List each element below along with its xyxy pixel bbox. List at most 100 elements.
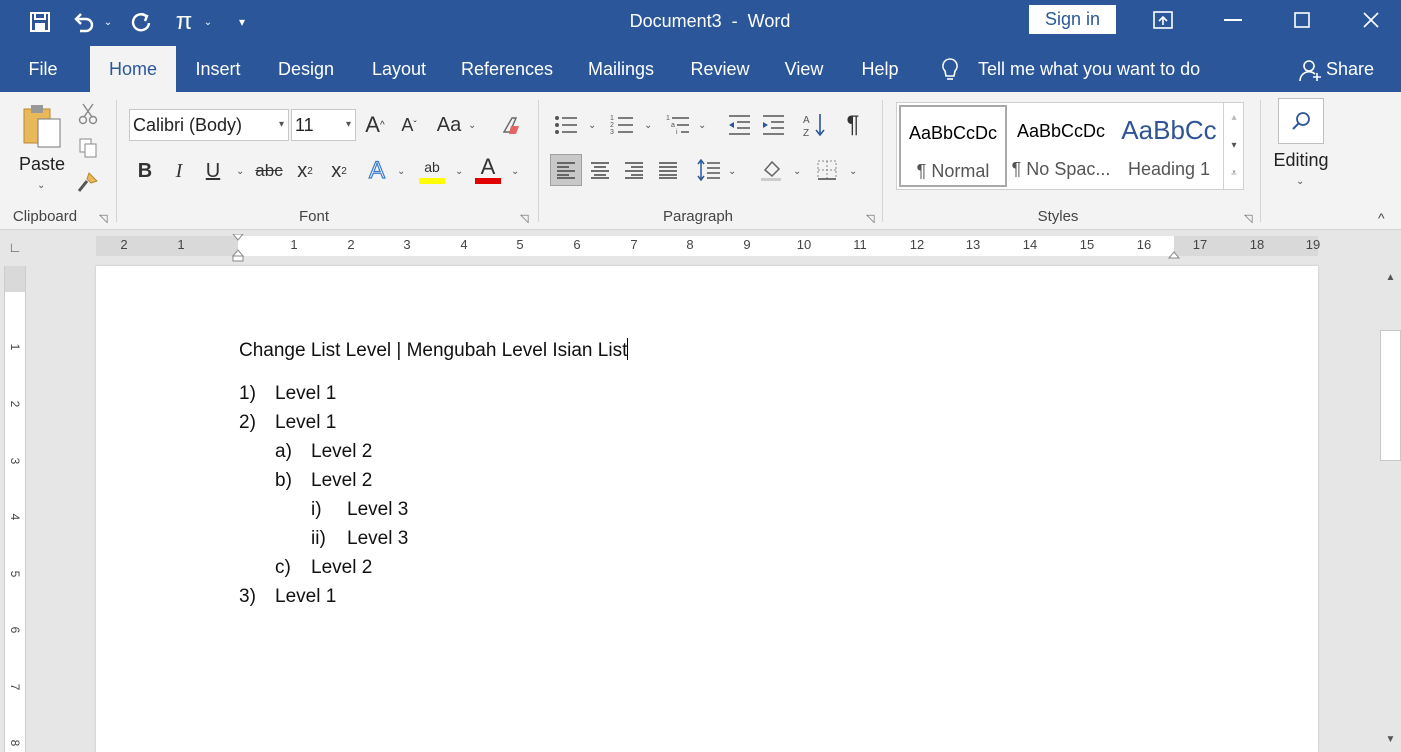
bold-icon[interactable]: B: [132, 156, 158, 186]
list-item[interactable]: ii) Level 3: [311, 528, 408, 550]
numbering-dropdown-icon[interactable]: ⌄: [644, 120, 652, 131]
styles-scroll-down-icon[interactable]: ▾: [1224, 133, 1244, 159]
highlight-dropdown-icon[interactable]: ⌄: [455, 166, 463, 177]
style-normal[interactable]: AaBbCcDc ¶ Normal: [899, 105, 1007, 187]
increase-indent-icon[interactable]: [760, 110, 786, 140]
decrease-indent-icon[interactable]: [726, 110, 752, 140]
font-size-dropdown-icon[interactable]: ▾: [346, 110, 351, 140]
collapse-ribbon-icon[interactable]: ^: [1378, 210, 1385, 226]
list-item[interactable]: i) Level 3: [311, 499, 408, 521]
tab-view[interactable]: View: [778, 46, 830, 92]
editing-button[interactable]: Editing: [1266, 150, 1336, 171]
clipboard-dialog-launcher-icon[interactable]: ◹: [99, 212, 107, 225]
close-icon[interactable]: [1348, 4, 1394, 36]
right-indent-marker-icon[interactable]: [1167, 246, 1181, 259]
multilevel-list-dropdown-icon[interactable]: ⌄: [698, 120, 706, 131]
format-painter-icon[interactable]: [76, 170, 100, 194]
editing-dropdown-icon[interactable]: ⌄: [1296, 176, 1304, 187]
underline-dropdown-icon[interactable]: ⌄: [236, 166, 244, 177]
borders-dropdown-icon[interactable]: ⌄: [849, 166, 857, 177]
cut-icon[interactable]: [76, 102, 100, 126]
change-case-dropdown-icon[interactable]: ⌄: [468, 120, 476, 131]
sign-in-button[interactable]: Sign in: [1029, 5, 1116, 34]
highlight-icon[interactable]: ab: [418, 154, 446, 180]
font-color-dropdown-icon[interactable]: ⌄: [511, 166, 519, 177]
italic-icon[interactable]: I: [166, 156, 192, 186]
equation-icon[interactable]: π: [170, 8, 198, 36]
document-page[interactable]: Change List Level | Mengubah Level Isian…: [96, 266, 1318, 752]
styles-scroll-up-icon[interactable]: ▴: [1224, 105, 1244, 131]
tab-layout[interactable]: Layout: [364, 46, 434, 92]
share-icon[interactable]: [1298, 58, 1324, 84]
scroll-up-icon[interactable]: ▲: [1380, 268, 1401, 288]
list-item[interactable]: a) Level 2: [275, 441, 372, 463]
text-effects-dropdown-icon[interactable]: ⌄: [397, 166, 405, 177]
minimize-icon[interactable]: [1210, 4, 1256, 36]
line-spacing-dropdown-icon[interactable]: ⌄: [728, 166, 736, 177]
paste-icon[interactable]: [18, 100, 66, 150]
equation-dropdown-icon[interactable]: ⌄: [200, 8, 216, 36]
customize-quick-access-icon[interactable]: ▾: [232, 8, 252, 36]
font-dialog-launcher-icon[interactable]: ◹: [520, 212, 528, 225]
maximize-icon[interactable]: [1279, 4, 1325, 36]
tab-home[interactable]: Home: [90, 46, 176, 92]
tab-insert[interactable]: Insert: [186, 46, 250, 92]
vertical-scrollbar[interactable]: ▲ ▼: [1380, 266, 1401, 752]
align-left-icon[interactable]: [550, 154, 582, 186]
shading-icon[interactable]: [756, 154, 786, 186]
scrollbar-thumb[interactable]: [1380, 330, 1401, 461]
document-title-line[interactable]: Change List Level | Mengubah Level Isian…: [239, 338, 629, 362]
show-hide-marks-icon[interactable]: ¶: [840, 110, 866, 140]
paragraph-dialog-launcher-icon[interactable]: ◹: [866, 212, 874, 225]
tab-design[interactable]: Design: [270, 46, 342, 92]
paste-button[interactable]: Paste: [18, 154, 66, 175]
ribbon-display-options-icon[interactable]: [1140, 4, 1186, 36]
list-item[interactable]: 1) Level 1: [239, 383, 336, 405]
subscript-icon[interactable]: x2: [292, 156, 318, 186]
font-size-combo[interactable]: 11 ▾: [291, 109, 356, 141]
sort-icon[interactable]: AZ: [802, 110, 828, 140]
multilevel-list-icon[interactable]: 1ai: [664, 110, 692, 140]
justify-icon[interactable]: [654, 154, 682, 186]
redo-icon[interactable]: [128, 8, 156, 36]
change-case-icon[interactable]: Aa: [434, 110, 464, 140]
list-item[interactable]: b) Level 2: [275, 470, 372, 492]
borders-icon[interactable]: [812, 154, 842, 186]
tell-me-search[interactable]: Tell me what you want to do: [978, 46, 1210, 92]
list-item[interactable]: 3) Level 1: [239, 586, 336, 608]
styles-more-icon[interactable]: ⩡: [1224, 161, 1244, 187]
vertical-ruler[interactable]: 1 2 3 4 5 6 7 8: [4, 266, 26, 752]
font-family-combo[interactable]: Calibri (Body) ▾: [129, 109, 289, 141]
shading-dropdown-icon[interactable]: ⌄: [793, 166, 801, 177]
style-heading-1[interactable]: AaBbCc Heading 1: [1115, 105, 1223, 187]
tab-review[interactable]: Review: [684, 46, 756, 92]
styles-dialog-launcher-icon[interactable]: ◹: [1244, 212, 1252, 225]
indent-marker-icon[interactable]: [231, 233, 245, 262]
style-no-spacing[interactable]: AaBbCcDc ¶ No Spac...: [1007, 105, 1115, 187]
shrink-font-icon[interactable]: Aˇ: [396, 110, 422, 140]
clear-formatting-icon[interactable]: [498, 110, 524, 140]
align-center-icon[interactable]: [586, 154, 614, 186]
underline-icon[interactable]: U: [200, 156, 226, 186]
bullets-dropdown-icon[interactable]: ⌄: [588, 120, 596, 131]
tab-selector-icon[interactable]: ∟: [4, 236, 26, 258]
list-item[interactable]: 2) Level 1: [239, 412, 336, 434]
strikethrough-icon[interactable]: abc: [254, 156, 284, 186]
bullets-icon[interactable]: [552, 110, 580, 140]
text-effects-icon[interactable]: A: [364, 156, 390, 186]
tab-mailings[interactable]: Mailings: [580, 46, 662, 92]
tab-help[interactable]: Help: [852, 46, 908, 92]
numbering-icon[interactable]: 123: [608, 110, 636, 140]
copy-icon[interactable]: [76, 136, 100, 160]
share-button[interactable]: Share: [1326, 46, 1380, 92]
list-item[interactable]: c) Level 2: [275, 557, 372, 579]
font-color-icon[interactable]: A: [474, 154, 502, 180]
undo-icon[interactable]: [70, 8, 98, 36]
superscript-icon[interactable]: x2: [326, 156, 352, 186]
scroll-down-icon[interactable]: ▼: [1380, 730, 1401, 750]
paste-dropdown-icon[interactable]: ⌄: [37, 180, 45, 191]
align-right-icon[interactable]: [620, 154, 648, 186]
tab-references[interactable]: References: [456, 46, 558, 92]
undo-dropdown-icon[interactable]: ⌄: [100, 8, 116, 36]
lightbulb-icon[interactable]: [938, 56, 964, 84]
